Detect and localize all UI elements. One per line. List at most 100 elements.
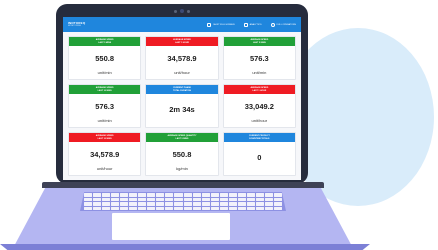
metric-card[interactable]: CURRENT PHASE TOTAL DURATION 2m 34s (145, 84, 219, 128)
analytics-icon (243, 22, 248, 27)
keyboard-key (111, 206, 120, 210)
card-value: 576.3 (95, 102, 115, 111)
app-logo[interactable]: INNTOREQ MONITORING (68, 22, 85, 28)
keyboard-key (102, 202, 111, 206)
keyboard-key (120, 197, 129, 201)
keyboard-key (210, 206, 219, 210)
laptop-screen: INNTOREQ MONITORING SHIFT FULLSCREEN ANA… (63, 17, 301, 180)
metric-card[interactable]: AVERAGE SPEED LAST 10 MINS 576.3 unit/min (68, 84, 142, 128)
card-value: 576.3 (249, 54, 269, 63)
card-unit: unit/hour (174, 70, 190, 75)
keyboard-key (201, 197, 210, 201)
keyboard-key (120, 193, 129, 197)
keyboard-key (246, 193, 255, 197)
card-value: 550.8 (95, 54, 115, 63)
keyboard-key (138, 193, 147, 197)
keyboard-key (156, 197, 165, 201)
keyboard-key (138, 206, 147, 210)
logo-subtext: MONITORING (68, 25, 81, 27)
keyboard-key (255, 202, 264, 206)
keyboard-key (210, 202, 219, 206)
keyboard-key (201, 193, 210, 197)
keyboard-key (174, 202, 183, 206)
keyboard-key (192, 193, 201, 197)
nav-operators[interactable]: FULL OPERATORS (270, 22, 296, 27)
keyboard-key (147, 193, 156, 197)
keyboard-key (102, 206, 111, 210)
keyboard-key (165, 202, 174, 206)
card-value: 0 (257, 153, 262, 162)
card-header: AVERAGE SPEED LAST 5 MINS (223, 37, 295, 46)
card-header: AVERAGE SPEED LAST 10 MINS (69, 133, 141, 142)
card-subtitle: LAST 1 HOUR (175, 41, 189, 44)
keyboard-key (183, 206, 192, 210)
metric-card[interactable]: AVERAGE SPEED LAST 1 HOUR 33,049.2 unit/h… (222, 84, 296, 128)
keyboard-key (147, 206, 156, 210)
keyboard-key (120, 206, 129, 210)
keyboard-key (228, 202, 237, 206)
keyboard-key (201, 206, 210, 210)
nav-fullscreen[interactable]: SHIFT FULLSCREEN (207, 22, 235, 27)
metric-card[interactable]: AVERAGE SPEED LAST 5 MINS 576.3 unit/min (222, 36, 296, 80)
keyboard-key (273, 197, 282, 201)
keyboard-key (174, 193, 183, 197)
keyboard-key (246, 197, 255, 201)
keyboard-key (111, 202, 120, 206)
trackpad (112, 213, 230, 240)
nav-label: SHIFT FULLSCREEN (213, 23, 235, 26)
metric-card[interactable]: CURRENT PRODUCT DOWNTIME TOTALS 0 (222, 132, 296, 176)
card-header: AVERAGE SPEED LAST 5 MINS (69, 37, 141, 46)
nav-label: FULL OPERATORS (276, 23, 296, 26)
card-unit: kg/min (176, 166, 188, 171)
keyboard (84, 193, 282, 210)
metric-card[interactable]: AVERAGE SPEED QUANTITY LAST 5 MINS 550.8 … (145, 132, 219, 176)
nav-analytics[interactable]: ANALYTICS (243, 22, 262, 27)
card-subtitle: LAST 10 MINS (97, 137, 112, 140)
keyboard-key (237, 193, 246, 197)
app-header: INNTOREQ MONITORING SHIFT FULLSCREEN ANA… (63, 17, 301, 32)
keyboard-key (93, 202, 102, 206)
keyboard-key (237, 197, 246, 201)
keyboard-key (264, 206, 273, 210)
keyboard-key (183, 193, 192, 197)
sensor-dot (187, 9, 190, 13)
keyboard-key (129, 202, 138, 206)
laptop-lid: INNTOREQ MONITORING SHIFT FULLSCREEN ANA… (56, 4, 308, 184)
keyboard-key (273, 193, 282, 197)
keyboard-key (246, 202, 255, 206)
keyboard-key (273, 206, 282, 210)
metric-card[interactable]: AVERAGE SPEED LAST 5 MINS 550.8 unit/min (68, 36, 142, 80)
laptop-hinge (42, 182, 324, 188)
sensor-dot (174, 9, 177, 13)
keyboard-key (102, 193, 111, 197)
header-nav: SHIFT FULLSCREEN ANALYTICS FULL OPERATOR… (207, 22, 296, 27)
keyboard-key (165, 193, 174, 197)
keyboard-key (84, 193, 93, 197)
keyboard-key (84, 206, 93, 210)
keyboard-key (111, 193, 120, 197)
keyboard-key (93, 206, 102, 210)
metric-card[interactable]: AVERAGE SPEED LAST 1 HOUR 34,578.9 unit/h… (145, 36, 219, 80)
keyboard-key (237, 202, 246, 206)
keyboard-key (210, 193, 219, 197)
nav-label: ANALYTICS (249, 23, 262, 26)
keyboard-key (228, 193, 237, 197)
metric-card[interactable]: AVERAGE SPEED LAST 10 MINS 34,578.9 unit/… (68, 132, 142, 176)
card-header: CURRENT PHASE TOTAL DURATION (146, 85, 218, 94)
keyboard-key (129, 197, 138, 201)
keyboard-key (138, 202, 147, 206)
card-value: 2m 34s (169, 105, 195, 114)
keyboard-key (183, 197, 192, 201)
keyboard-key (102, 197, 111, 201)
keyboard-key (129, 193, 138, 197)
keyboard-key (228, 206, 237, 210)
keyboard-key (156, 206, 165, 210)
keyboard-key (192, 206, 201, 210)
keyboard-key (138, 197, 147, 201)
keyboard-key (174, 206, 183, 210)
card-value: 34,578.9 (90, 150, 120, 159)
keyboard-key (192, 197, 201, 201)
keyboard-key (147, 197, 156, 201)
keyboard-key (246, 206, 255, 210)
card-header: CURRENT PRODUCT DOWNTIME TOTALS (223, 133, 295, 142)
